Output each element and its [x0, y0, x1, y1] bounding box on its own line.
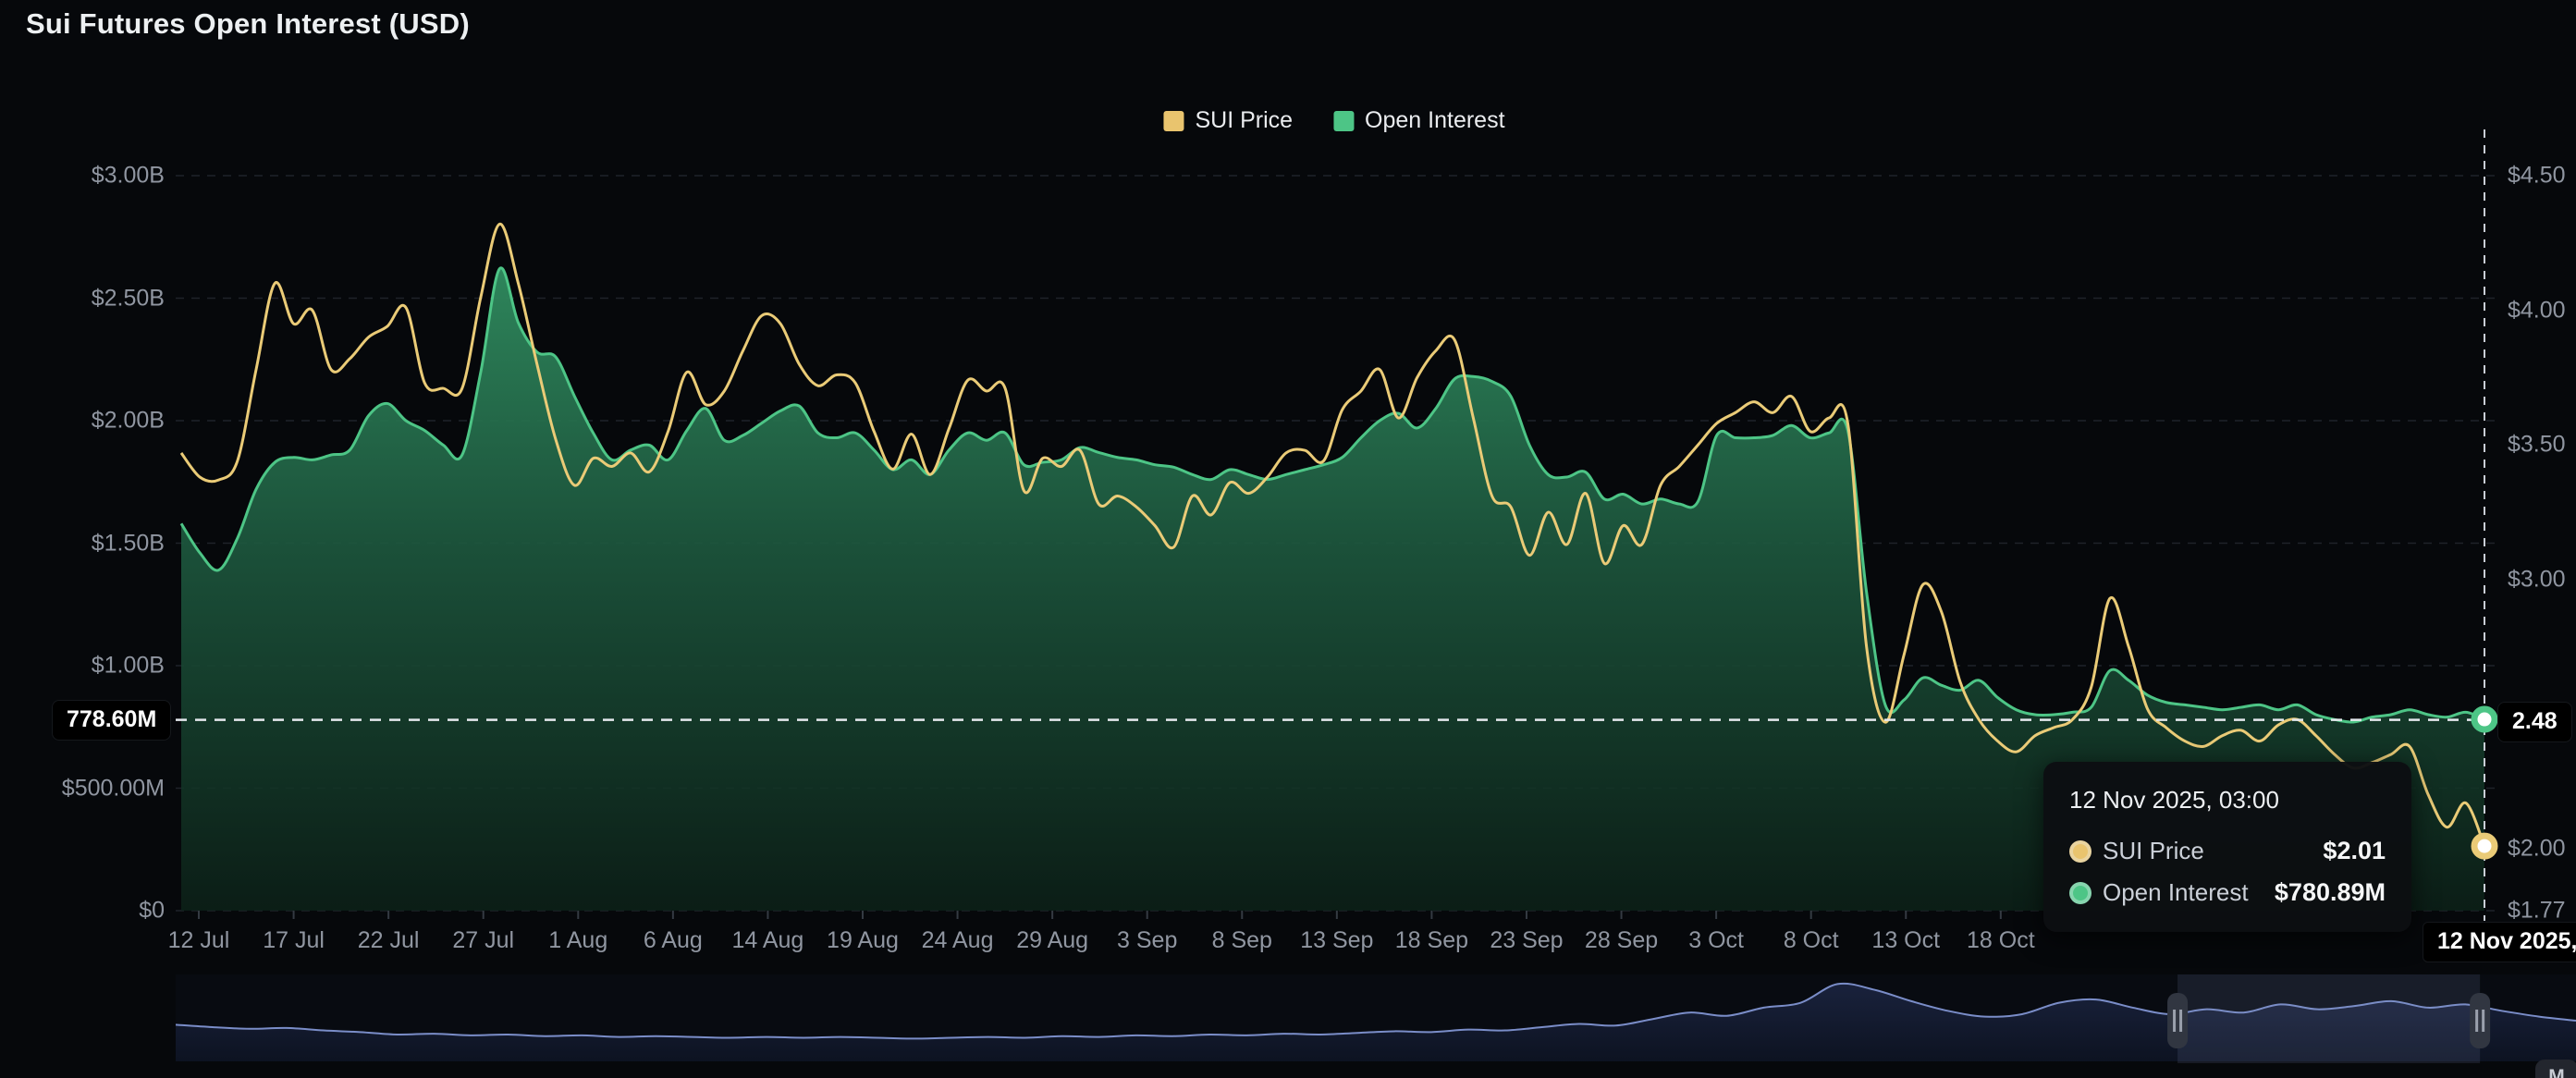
x-axis-tick: 28 Sep	[1585, 927, 1658, 954]
y-axis-left-tick: $1.50B	[92, 530, 165, 557]
x-axis-tick: 18 Oct	[1967, 927, 2035, 954]
x-axis-tick: 22 Jul	[358, 927, 420, 954]
tooltip-row-sui-price: SUI Price $2.01	[2069, 837, 2386, 865]
y-axis-right-tick: $3.00	[2508, 566, 2566, 593]
navigator-handle-left[interactable]	[2167, 993, 2188, 1048]
x-axis-tick: 14 Aug	[731, 927, 803, 954]
x-axis-tick: 13 Sep	[1300, 927, 1373, 954]
watermark-logo: M	[2535, 1060, 2576, 1078]
y-axis-left-tick: $2.50B	[92, 285, 165, 312]
y-axis-left-tick: $3.00B	[92, 163, 165, 190]
y-axis-left-tick: $0	[139, 898, 165, 925]
x-axis-tick: 12 Jul	[168, 927, 230, 954]
y-axis-left-tick: $2.00B	[92, 408, 165, 435]
x-axis-tick: 17 Jul	[263, 927, 325, 954]
chart-tooltip: 12 Nov 2025, 03:00 SUI Price $2.01 Open …	[2043, 762, 2411, 932]
y-axis-left-tick: $500.00M	[62, 775, 165, 802]
tooltip-label: Open Interest	[2103, 878, 2249, 907]
crosshair-date-badge: 12 Nov 2025, 03:00	[2423, 922, 2576, 962]
x-axis-tick: 8 Oct	[1784, 927, 1839, 954]
x-axis-tick: 19 Aug	[827, 927, 899, 954]
x-axis-tick: 27 Jul	[452, 927, 514, 954]
x-axis-tick: 1 Aug	[548, 927, 607, 954]
open-interest-dot-icon	[2069, 882, 2091, 904]
x-axis-tick: 3 Sep	[1117, 927, 1177, 954]
tooltip-label: SUI Price	[2103, 837, 2204, 865]
x-axis-tick: 29 Aug	[1016, 927, 1088, 954]
chart-page: Sui Futures Open Interest (USD) SUI Pric…	[0, 0, 2576, 1078]
crosshair-right-badge: 2.48	[2497, 702, 2572, 742]
x-axis-tick: 18 Sep	[1395, 927, 1468, 954]
x-axis-tick: 8 Sep	[1212, 927, 1272, 954]
x-axis-tick: 3 Oct	[1688, 927, 1744, 954]
y-axis-right-tick: $3.50	[2508, 432, 2566, 459]
y-axis-right-tick: $4.50	[2508, 163, 2566, 190]
x-axis-tick: 23 Sep	[1490, 927, 1563, 954]
crosshair-left-badge: 778.60M	[52, 700, 171, 741]
sui-price-dot-icon	[2069, 840, 2091, 863]
price-marker	[2474, 836, 2495, 856]
tooltip-date: 12 Nov 2025, 03:00	[2069, 786, 2386, 815]
x-axis-tick: 24 Aug	[922, 927, 994, 954]
y-axis-left-tick: $1.00B	[92, 653, 165, 680]
tooltip-row-open-interest: Open Interest $780.89M	[2069, 878, 2386, 907]
y-axis-right-tick: $1.77	[2508, 898, 2566, 925]
x-axis-tick: 13 Oct	[1871, 927, 1940, 954]
tooltip-value: $780.89M	[2275, 878, 2386, 907]
open-interest-marker	[2474, 709, 2495, 729]
y-axis-right-tick: $2.00	[2508, 836, 2566, 863]
tooltip-value: $2.01	[2323, 837, 2386, 865]
x-axis-tick: 6 Aug	[644, 927, 703, 954]
y-axis-right-tick: $4.00	[2508, 297, 2566, 324]
navigator-selection[interactable]	[2177, 974, 2480, 1063]
navigator-handle-right[interactable]	[2470, 993, 2490, 1048]
